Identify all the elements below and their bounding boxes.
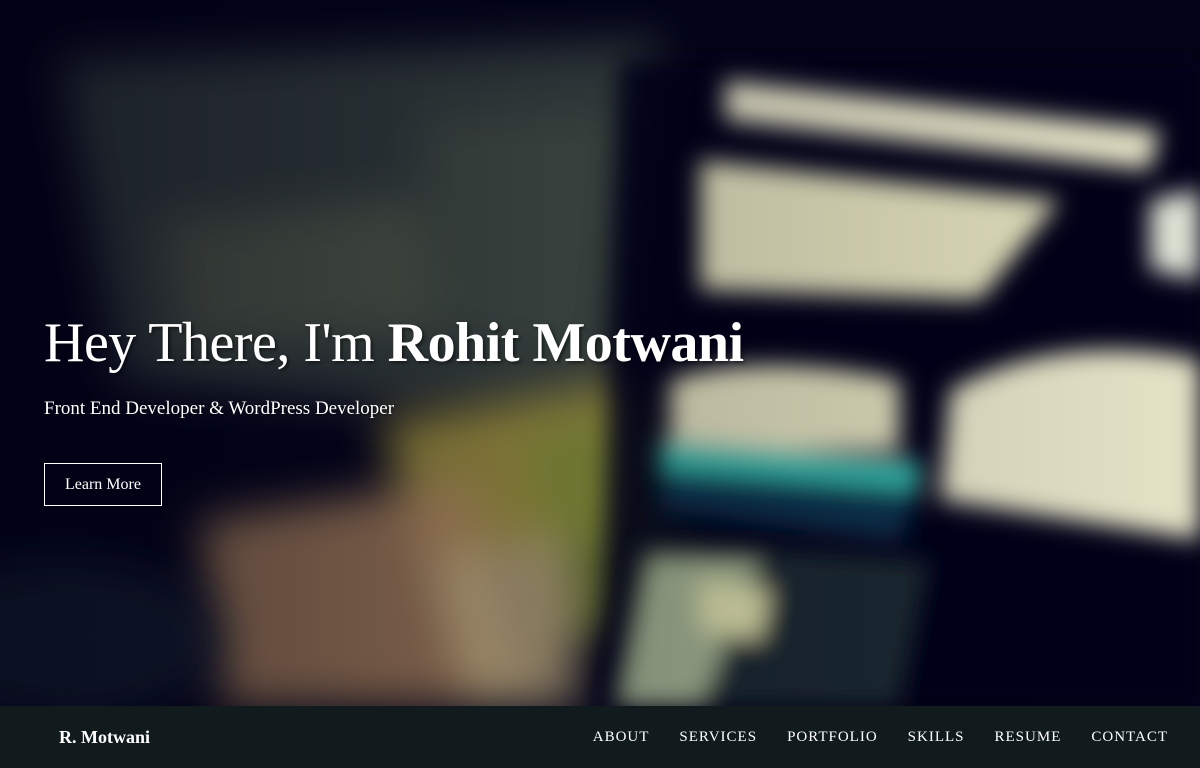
navbar: R. Motwani ABOUT SERVICES PORTFOLIO SKIL…	[0, 706, 1200, 768]
nav-links: ABOUT SERVICES PORTFOLIO SKILLS RESUME C…	[593, 728, 1168, 746]
hero-name: Rohit Motwani	[387, 312, 744, 374]
hero-content: Hey There, I'm Rohit Motwani Front End D…	[44, 308, 1144, 506]
learn-more-button[interactable]: Learn More	[44, 463, 162, 506]
nav-item-portfolio: PORTFOLIO	[787, 728, 878, 746]
nav-link-about[interactable]: ABOUT	[593, 729, 650, 745]
brand-logo[interactable]: R. Motwani	[59, 727, 150, 748]
nav-item-skills: SKILLS	[908, 728, 965, 746]
nav-item-resume: RESUME	[995, 728, 1062, 746]
nav-link-services[interactable]: SERVICES	[679, 729, 757, 745]
hero-section: Hey There, I'm Rohit Motwani Front End D…	[0, 0, 1200, 706]
nav-item-services: SERVICES	[679, 728, 757, 746]
hero-greeting: Hey There, I'm	[44, 312, 388, 374]
nav-item-contact: CONTACT	[1091, 728, 1168, 746]
nav-link-resume[interactable]: RESUME	[995, 729, 1062, 745]
hero-heading: Hey There, I'm Rohit Motwani	[44, 308, 1144, 378]
nav-link-portfolio[interactable]: PORTFOLIO	[787, 729, 878, 745]
nav-link-contact[interactable]: CONTACT	[1091, 729, 1168, 745]
hero-subtitle: Front End Developer & WordPress Develope…	[44, 398, 395, 419]
nav-item-about: ABOUT	[593, 728, 650, 746]
nav-link-skills[interactable]: SKILLS	[908, 729, 965, 745]
